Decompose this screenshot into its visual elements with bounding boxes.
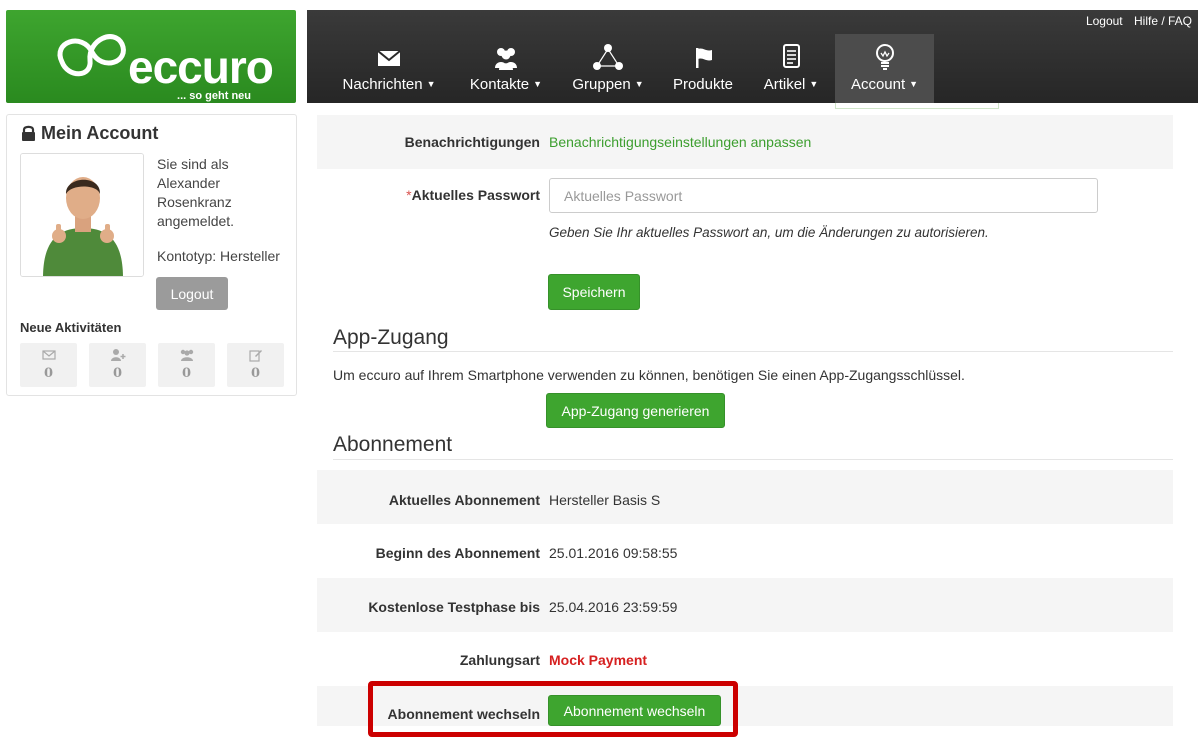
section-divider [333,351,1173,352]
nav-item-produkte[interactable]: Produkte [665,34,741,103]
login-info: Sie sind als Alexander Rosenkranz angeme… [157,155,234,231]
activity-contacts[interactable]: 0 [89,343,146,387]
activity-messages[interactable]: 0 [20,343,77,387]
activity-groups[interactable]: 0 [158,343,215,387]
top-logout-link[interactable]: Logout [1086,14,1123,28]
notifications-label: Benachrichtigungen [404,134,540,150]
account-settings-main: Benachrichtigungen Benachrichtigungseins… [307,103,1198,737]
activity-count: 0 [43,366,54,381]
activity-edits[interactable]: 0 [227,343,284,387]
change-subscription-button[interactable]: Abonnement wechseln [548,695,721,726]
nav-label-produkte: Produkte [672,76,734,93]
nav-label-gruppen: Gruppen [572,76,631,93]
activity-count: 0 [250,366,261,381]
top-links: Logout Hilfe / FAQ [1078,14,1192,28]
change-subscription-label: Abonnement wechseln [387,706,540,722]
login-info-line: angemeldet. [157,213,235,229]
lock-icon [22,125,35,141]
current-subscription-value: Hersteller Basis S [549,492,661,508]
payment-method-value: Mock Payment [549,652,648,668]
main-navbar: Logout Hilfe / FAQ Nachrichten ▼ Kontakte… [307,10,1198,103]
nav-item-account[interactable]: Account ▼ [835,34,934,103]
activity-count: 0 [181,366,192,381]
nav-item-artikel[interactable]: Artikel ▼ [753,34,829,103]
help-faq-link[interactable]: Hilfe / FAQ [1134,14,1192,28]
eccuro-logo[interactable]: eccuro ... so geht neu [6,10,296,103]
add-user-icon [89,348,146,364]
notifications-settings-link[interactable]: Benachrichtigungseinstellungen anpassen [549,134,811,150]
logo-tagline: ... so geht neu [177,90,251,102]
nav-label-account: Account [850,76,906,93]
avatar [20,153,144,277]
current-password-input[interactable] [549,178,1098,213]
nav-label-kontakte: Kontakte [469,76,530,93]
login-info-line: Alexander [157,175,221,191]
sidebar-title: Mein Account [20,123,158,144]
logo-knot-icon [57,34,126,77]
app-access-description: Um eccuro auf Ihrem Smartphone verwenden… [333,367,965,383]
current-subscription-label: Aktuelles Abonnement [388,492,540,508]
password-label: *Aktuelles Passwort [307,187,540,203]
chevron-down-icon: ▼ [426,79,436,89]
account-type: Kontotyp: Hersteller [157,248,280,264]
chevron-down-icon: ▼ [809,79,819,89]
sidebar-logout-button[interactable]: Logout [156,277,228,310]
flag-icon [665,42,741,72]
trial-end-label: Kostenlose Testphase bis [368,599,540,615]
group-icon [158,348,215,364]
document-icon [753,42,829,72]
activities-title: Neue Aktivitäten [20,320,122,335]
envelope-outline-icon [20,348,77,364]
subscription-heading: Abonnement [333,433,453,456]
user-photo [21,154,143,276]
password-label-text: Aktuelles Passwort [411,187,540,203]
generate-app-access-button[interactable]: App-Zugang generieren [546,393,725,428]
lightbulb-icon [835,42,934,72]
users-icon [459,42,553,72]
nav-label-nachrichten: Nachrichten [342,76,423,93]
payment-method-label: Zahlungsart [459,652,540,668]
nav-item-gruppen[interactable]: Gruppen ▼ [563,34,653,103]
app-access-heading: App-Zugang [333,326,449,349]
logo-wordmark: eccuro [128,41,274,93]
nav-item-kontakte[interactable]: Kontakte ▼ [459,34,553,103]
login-info-line: Rosenkranz [157,194,232,210]
chevron-down-icon: ▼ [909,79,919,89]
trial-end-value: 25.04.2016 23:59:59 [549,599,678,615]
chevron-down-icon: ▼ [634,79,644,89]
sidebar-title-text: Mein Account [41,123,159,143]
activity-count: 0 [112,366,123,381]
nav-label-artikel: Artikel [763,76,806,93]
section-divider [333,459,1173,460]
nav-item-nachrichten[interactable]: Nachrichten ▼ [335,34,443,103]
subscription-start-label: Beginn des Abonnement [375,545,540,561]
chevron-down-icon: ▼ [533,79,543,89]
password-help-text: Geben Sie Ihr aktuelles Passwort an, um … [549,225,989,240]
group-network-icon [563,42,653,72]
login-info-line: Sie sind als [157,156,229,172]
subscription-start-value: 25.01.2016 09:58:55 [549,545,678,561]
account-sidebar: Mein Account Sie sind als Alexander Rose… [6,114,297,396]
envelope-icon [335,42,443,72]
edit-icon [227,348,284,364]
save-button[interactable]: Speichern [548,274,640,310]
